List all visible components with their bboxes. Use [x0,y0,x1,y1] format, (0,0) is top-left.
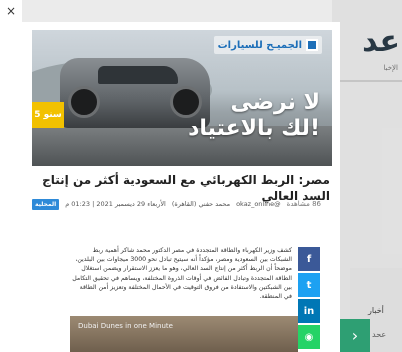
linkedin-icon: in [303,305,315,317]
chevron-right-icon: › [351,326,359,345]
ad-headline-line2: لك بالاعتياد! [188,116,320,141]
article-source[interactable]: @okaz_online [236,200,281,208]
car-window [98,66,178,84]
article-author: محمد حفني (القاهرة) [171,200,231,208]
facebook-share-button[interactable]: f [298,247,320,271]
share-bar: f t in ◉ [298,247,320,352]
video-player[interactable]: Dubai Dunes in one Minute [70,316,298,352]
facebook-icon: f [306,253,312,265]
video-caption: Dubai Dunes in one Minute [78,322,173,330]
close-icon[interactable]: × [4,4,18,18]
whatsapp-share-button[interactable]: ◉ [298,325,320,349]
ad-brand-logo: الجميـح للسيارات [213,36,322,54]
article-meta: المحلية الأربعاء 29 ديسمبر 2021 | 01:23 … [32,196,330,212]
car-wheel [68,86,100,118]
linkedin-share-button[interactable]: in [298,299,320,323]
ad-warranty-badge: 5 سنو [32,102,64,128]
twitter-icon: t [306,279,312,291]
twitter-share-button[interactable]: t [298,273,320,297]
whatsapp-icon: ◉ [304,331,314,343]
next-arrow-button[interactable]: › [340,319,370,352]
ad-headline-line1: لا نرضى [230,90,320,115]
views-count: 86 مشاهدة [286,200,321,208]
article-card: الجميـح للسيارات لا نرضى لك بالاعتياد! 5… [22,22,340,352]
brand-logo-icon [306,39,318,51]
ad-headline: لا نرضى لك بالاعتياد! [188,90,320,142]
advertisement-banner[interactable]: الجميـح للسيارات لا نرضى لك بالاعتياد! 5… [32,30,332,166]
category-tag[interactable]: المحلية [32,198,60,210]
article-body: كشف وزير الكهرباء والطاقة المتجددة في مص… [72,247,292,301]
ad-brand-name: الجميـح للسيارات [217,39,302,51]
article-date: الأربعاء 29 ديسمبر 2021 | 01:23 م [65,200,166,208]
left-strip: × [0,0,22,352]
